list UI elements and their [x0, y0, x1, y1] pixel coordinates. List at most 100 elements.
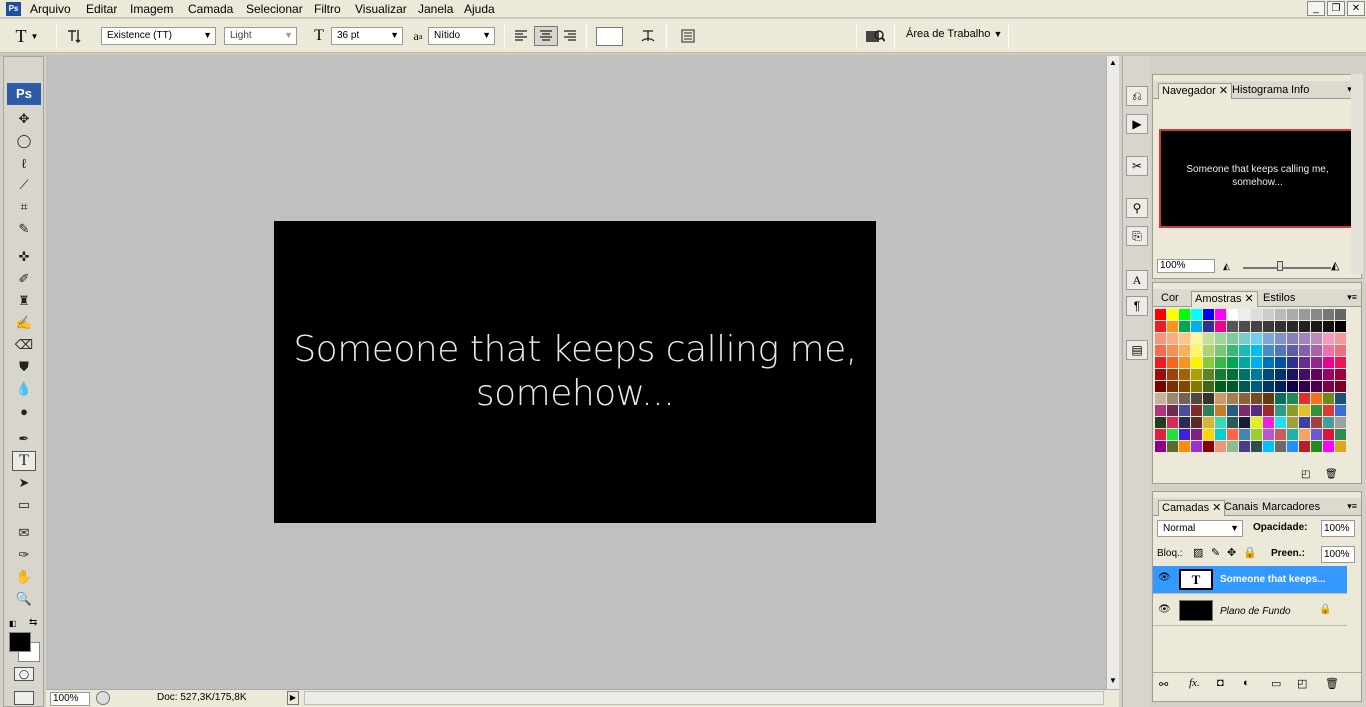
color-swatch[interactable]	[1299, 333, 1310, 344]
color-swatch[interactable]	[1155, 441, 1166, 452]
color-swatch[interactable]	[1215, 381, 1226, 392]
color-swatch[interactable]	[1215, 405, 1226, 416]
layer-mask-icon[interactable]: ◘	[1217, 677, 1224, 689]
color-swatch[interactable]	[1311, 417, 1322, 428]
menu-janela[interactable]: Janela	[418, 2, 453, 16]
color-swatch[interactable]	[1323, 393, 1334, 404]
color-swatch[interactable]	[1251, 345, 1262, 356]
color-swatch[interactable]	[1287, 429, 1298, 440]
blur-tool-icon[interactable]: 💧	[12, 379, 36, 399]
color-swatch[interactable]	[1263, 345, 1274, 356]
color-swatch[interactable]	[1167, 345, 1178, 356]
align-center-icon[interactable]	[534, 26, 558, 46]
color-swatch[interactable]	[1335, 417, 1346, 428]
lock-transparent-icon[interactable]: ▨	[1193, 546, 1203, 559]
color-swatch[interactable]	[1311, 309, 1322, 320]
color-swatch[interactable]	[1323, 429, 1334, 440]
color-swatch[interactable]	[1275, 441, 1286, 452]
navigator-zoom-field[interactable]: 100%	[1157, 259, 1215, 273]
color-swatch[interactable]	[1191, 417, 1202, 428]
character-panel-icon[interactable]	[678, 26, 698, 46]
color-swatch[interactable]	[1287, 417, 1298, 428]
hand-tool-icon[interactable]: ✋	[12, 567, 36, 587]
color-swatch[interactable]	[1227, 357, 1238, 368]
type-tool-icon[interactable]: T	[12, 451, 36, 471]
tab-camadas[interactable]: Camadas ✕	[1158, 500, 1226, 516]
color-swatch[interactable]	[1275, 417, 1286, 428]
elliptical-marquee-icon[interactable]: ◯	[12, 131, 36, 151]
font-family-select[interactable]: Existence (TT) ▼	[101, 27, 216, 45]
color-swatch[interactable]	[1167, 405, 1178, 416]
color-swatch[interactable]	[1167, 381, 1178, 392]
color-swatch[interactable]	[1191, 369, 1202, 380]
color-swatch[interactable]	[1263, 405, 1274, 416]
zoom-field[interactable]: 100%	[50, 692, 90, 706]
crop-tool-icon[interactable]: ⌗	[12, 197, 36, 217]
color-swatch[interactable]	[1335, 429, 1346, 440]
minimize-button[interactable]: _	[1307, 1, 1325, 16]
menu-camada[interactable]: Camada	[188, 2, 233, 16]
color-swatch[interactable]	[1311, 333, 1322, 344]
status-menu-arrow-icon[interactable]: ▶	[287, 691, 299, 705]
color-swatch[interactable]	[1299, 357, 1310, 368]
color-swatch[interactable]	[1179, 381, 1190, 392]
color-swatch[interactable]	[1311, 357, 1322, 368]
color-swatch[interactable]	[1239, 429, 1250, 440]
color-swatch[interactable]	[1263, 333, 1274, 344]
history-panel-icon[interactable]: ⎌	[1126, 86, 1148, 106]
color-swatch[interactable]	[1263, 417, 1274, 428]
font-style-select[interactable]: Light ▼	[224, 27, 297, 45]
layer-row-background[interactable]: 👁 Plano de Fundo 🔒	[1153, 596, 1347, 626]
lasso-tool-icon[interactable]: ℓ	[12, 153, 36, 173]
scroll-down-icon[interactable]: ▼	[1109, 676, 1117, 685]
color-swatch[interactable]	[1179, 393, 1190, 404]
color-swatch[interactable]	[1179, 357, 1190, 368]
lock-image-icon[interactable]: ✎	[1211, 546, 1220, 559]
color-swatch[interactable]	[1191, 393, 1202, 404]
color-swatch[interactable]	[1215, 357, 1226, 368]
color-swatch[interactable]	[1179, 429, 1190, 440]
color-swatch[interactable]	[1323, 333, 1334, 344]
layer-row-text[interactable]: 👁 T Someone that keeps...	[1153, 566, 1347, 594]
color-swatch[interactable]	[1215, 309, 1226, 320]
status-options-icon[interactable]	[96, 691, 110, 705]
color-swatch[interactable]	[1239, 393, 1250, 404]
color-swatch[interactable]	[1287, 333, 1298, 344]
color-swatch[interactable]	[1251, 333, 1262, 344]
eraser-tool-icon[interactable]: ⌫	[12, 335, 36, 355]
actions-panel-icon[interactable]: ▶	[1126, 114, 1148, 134]
bridge-icon[interactable]	[864, 26, 886, 46]
notes-tool-icon[interactable]: ✉	[12, 523, 36, 543]
color-swatch[interactable]	[1263, 309, 1274, 320]
link-layers-icon[interactable]: ⚯	[1159, 678, 1168, 691]
color-swatch[interactable]	[1227, 429, 1238, 440]
opacity-field[interactable]: 100%	[1321, 520, 1355, 537]
color-swatch[interactable]	[1155, 357, 1166, 368]
color-swatch[interactable]	[1287, 345, 1298, 356]
tab-estilos[interactable]: Estilos	[1260, 291, 1298, 307]
color-swatch[interactable]	[1167, 309, 1178, 320]
color-swatch[interactable]	[1239, 369, 1250, 380]
color-swatch[interactable]	[1191, 429, 1202, 440]
color-swatch[interactable]	[1167, 429, 1178, 440]
color-swatch[interactable]	[1227, 441, 1238, 452]
menu-imagem[interactable]: Imagem	[130, 2, 173, 16]
zoom-tool-icon[interactable]: 🔍	[12, 589, 36, 609]
color-swatch[interactable]	[1179, 417, 1190, 428]
blend-mode-select[interactable]: Normal ▼	[1157, 520, 1243, 537]
color-swatch[interactable]	[1323, 405, 1334, 416]
foreground-color-swatch[interactable]	[9, 632, 31, 652]
color-swatch[interactable]	[1335, 333, 1346, 344]
color-swatch[interactable]	[1251, 321, 1262, 332]
new-group-icon[interactable]: ▭	[1271, 677, 1281, 690]
color-swatch[interactable]	[1251, 405, 1262, 416]
menu-filtro[interactable]: Filtro	[314, 2, 341, 16]
color-swatch[interactable]	[1227, 345, 1238, 356]
color-swatch[interactable]	[1203, 333, 1214, 344]
tab-canais[interactable]: Canais	[1221, 500, 1261, 516]
color-swatch[interactable]	[1227, 321, 1238, 332]
color-swatch[interactable]	[1299, 417, 1310, 428]
color-swatch[interactable]	[1191, 345, 1202, 356]
color-swatch[interactable]	[1275, 405, 1286, 416]
lock-position-icon[interactable]: ✥	[1227, 546, 1236, 559]
